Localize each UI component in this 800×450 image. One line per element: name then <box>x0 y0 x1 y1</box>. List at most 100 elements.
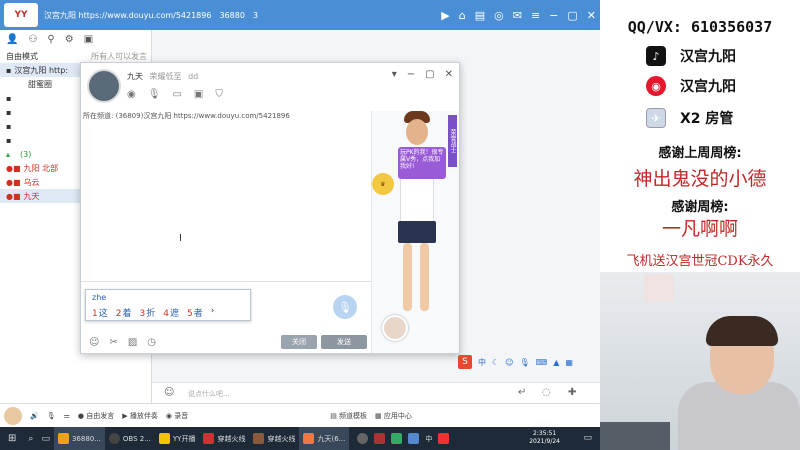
list-icon[interactable]: ▤ <box>475 9 485 22</box>
ime-status-bar: S 中 ☾ ☺ 🎙 ⌨ ▲ ▦ <box>458 354 588 370</box>
send-button[interactable]: 发送 <box>321 335 367 349</box>
start-icon[interactable]: ⊞ <box>0 427 24 450</box>
minimize-icon[interactable]: − <box>407 69 415 80</box>
ime-lang-indicator[interactable]: 中 <box>478 357 486 368</box>
taskbar-ime-indicator[interactable]: 中 <box>425 434 432 444</box>
moon-icon[interactable]: ☾ <box>492 358 499 367</box>
tray-icon[interactable] <box>357 433 369 444</box>
home-icon[interactable]: ⌂ <box>459 9 466 22</box>
grid-icon[interactable]: ▦ <box>565 358 573 367</box>
settings-icon[interactable]: ⚙ <box>65 34 74 45</box>
shirt-icon[interactable]: ▲ <box>553 358 559 367</box>
gift-icon[interactable]: ✚ <box>568 387 576 398</box>
fangguan-row: ✈ X2 房管 <box>646 108 733 128</box>
task-view-icon[interactable]: ▭ <box>37 427 54 450</box>
ime-code: zhe <box>92 293 107 302</box>
app-center-button[interactable]: ▦ 应用中心 <box>375 411 412 421</box>
taskbar-app[interactable]: OBS 2... <box>105 427 155 450</box>
sidebar-mode-row: 自由模式 所有人可以发言 <box>0 49 151 63</box>
taskbar-app[interactable]: 穿越火线 <box>199 427 249 450</box>
bubble-icon[interactable]: ◌ <box>542 387 551 398</box>
close-icon[interactable]: ✕ <box>445 69 453 80</box>
avatar-icon[interactable]: ◉ <box>127 89 136 100</box>
mic-icon[interactable]: 🎙 <box>520 358 530 367</box>
mini-avatar[interactable] <box>382 315 408 341</box>
location-icon[interactable]: ⚲ <box>47 34 54 45</box>
dropdown-icon[interactable]: ▾ <box>392 69 397 80</box>
promo-text: 飞机送汉宫世冠CDK永久 <box>626 254 774 269</box>
close-button[interactable]: 关闭 <box>281 335 317 349</box>
taskbar-app[interactable]: YY开播 <box>155 427 200 450</box>
ime-candidate[interactable]: 2着 <box>116 306 132 319</box>
chat-toolbar: ◉ 🎙 ▭ ▣ ⛉ <box>127 89 223 100</box>
windows-taskbar: ⊞ ⌕ ▭ 36880... OBS 2... YY开播 穿越火线 穿越火线 九… <box>0 427 600 450</box>
microphone-icon[interactable]: 🎙 <box>148 89 161 100</box>
ime-next-icon[interactable]: › <box>211 306 215 319</box>
window-title: 汉宫九阳 https://www.douyu.com/5421896 <box>44 10 212 20</box>
folder-icon[interactable]: ▭ <box>172 89 181 100</box>
tray-icon[interactable] <box>374 433 386 444</box>
taskbar-app[interactable]: 穿越火线 <box>249 427 299 450</box>
shield-icon[interactable]: ⛉ <box>215 89 223 100</box>
free-speak-button[interactable]: ● 自由发言 <box>78 411 114 421</box>
game-icon[interactable]: ◎ <box>494 9 504 22</box>
ime-candidate-box: zhe 1这 2着 3折 4遮 5者 › <box>85 289 251 321</box>
voice-input-icon[interactable]: 🎙 <box>333 295 357 319</box>
taskbar-clock[interactable]: 2:35:51 2021/9/24 <box>529 430 560 446</box>
play-accompaniment-button[interactable]: ▶ 播放伴奏 <box>122 411 158 421</box>
ime-candidate[interactable]: 5者 <box>187 306 203 319</box>
speak-permission: 所有人可以发言 <box>91 51 147 61</box>
restore-icon[interactable]: ▢ <box>567 9 577 22</box>
group-icon[interactable]: ⚇ <box>28 34 37 45</box>
ime-logo-icon[interactable]: S <box>458 355 472 369</box>
mail-icon[interactable]: ✉ <box>513 9 522 22</box>
last-week-name: 神出鬼没的小德 <box>633 168 767 190</box>
minimize-icon[interactable]: − <box>549 9 558 22</box>
ime-candidate[interactable]: 3折 <box>140 306 156 319</box>
taskbar-app[interactable]: 36880... <box>53 427 105 450</box>
keyboard-icon[interactable]: ⌨ <box>536 358 548 367</box>
status-bar: 🔊 🎙 ⚌ ● 自由发言 ▶ 播放伴奏 ◉ 录音 ▤ 频道模板 ▦ 应用中心 <box>0 403 600 427</box>
tray-icon[interactable] <box>408 433 420 444</box>
figure-speech-bubble[interactable]: 玩PK的我！很专属V秀，点我加我好! <box>398 147 446 179</box>
ime-candidate[interactable]: 1这 <box>92 306 108 319</box>
private-chat-window: 九天 荣耀低至 dd ▾ − ▢ ✕ ◉ 🎙 ▭ ▣ ⛉ 所在频道: (3680… <box>80 62 460 354</box>
avatar-figure-panel: ♛ 玩PK的我！很专属V秀，点我加我好! 荣誉战士 <box>371 111 459 353</box>
chat-icon[interactable]: ▣ <box>84 34 93 45</box>
notification-icon[interactable]: ▭ <box>583 433 592 443</box>
maximize-icon[interactable]: ▢ <box>425 69 434 80</box>
taskbar-app[interactable]: 九天(6... <box>299 427 350 450</box>
menu-icon[interactable]: ≡ <box>531 9 540 22</box>
douyin-row: ♪ 汉宫九阳 <box>646 46 736 66</box>
screen-icon[interactable]: ▣ <box>194 89 203 100</box>
mode-select[interactable]: 自由模式 <box>6 51 38 62</box>
search-icon[interactable]: ⌕ <box>24 427 37 450</box>
video-icon[interactable]: ▶ <box>441 9 449 22</box>
emoji-icon[interactable]: ☺ <box>164 387 174 398</box>
room-id: 36880 <box>219 10 245 20</box>
self-avatar[interactable] <box>4 406 22 425</box>
emoji-icon[interactable]: ☺ <box>89 337 99 348</box>
tray-icon[interactable] <box>391 433 403 444</box>
avatar[interactable] <box>87 69 121 103</box>
channel-template-button[interactable]: ▤ 频道模板 <box>330 411 367 421</box>
ime-candidate[interactable]: 4遮 <box>163 306 179 319</box>
equalizer-icon[interactable]: ⚌ <box>64 412 70 420</box>
chat-user-extra: dd <box>188 72 199 81</box>
enter-icon[interactable]: ↵ <box>518 387 526 398</box>
smile-icon[interactable]: ☺ <box>505 358 513 367</box>
history-icon[interactable]: ◷ <box>147 337 156 348</box>
mic-icon[interactable]: 🎙 <box>47 412 56 420</box>
channel-chat-input[interactable]: ☺ 说点什么吧... ↵ ◌ ✚ <box>152 382 600 404</box>
record-button[interactable]: ◉ 录音 <box>166 411 188 421</box>
user-icon[interactable]: 👤 <box>6 34 18 45</box>
tray-icons: 中 <box>353 427 453 450</box>
image-icon[interactable]: ▨ <box>128 337 137 348</box>
streamer-hair <box>706 316 778 346</box>
scissors-icon[interactable]: ✂ <box>109 337 117 348</box>
speaker-icon[interactable]: 🔊 <box>30 412 39 420</box>
close-icon[interactable]: ✕ <box>587 9 596 22</box>
tray-icon[interactable] <box>438 433 450 444</box>
character-leg <box>420 243 429 311</box>
week-name: 一凡啊啊 <box>661 218 738 240</box>
